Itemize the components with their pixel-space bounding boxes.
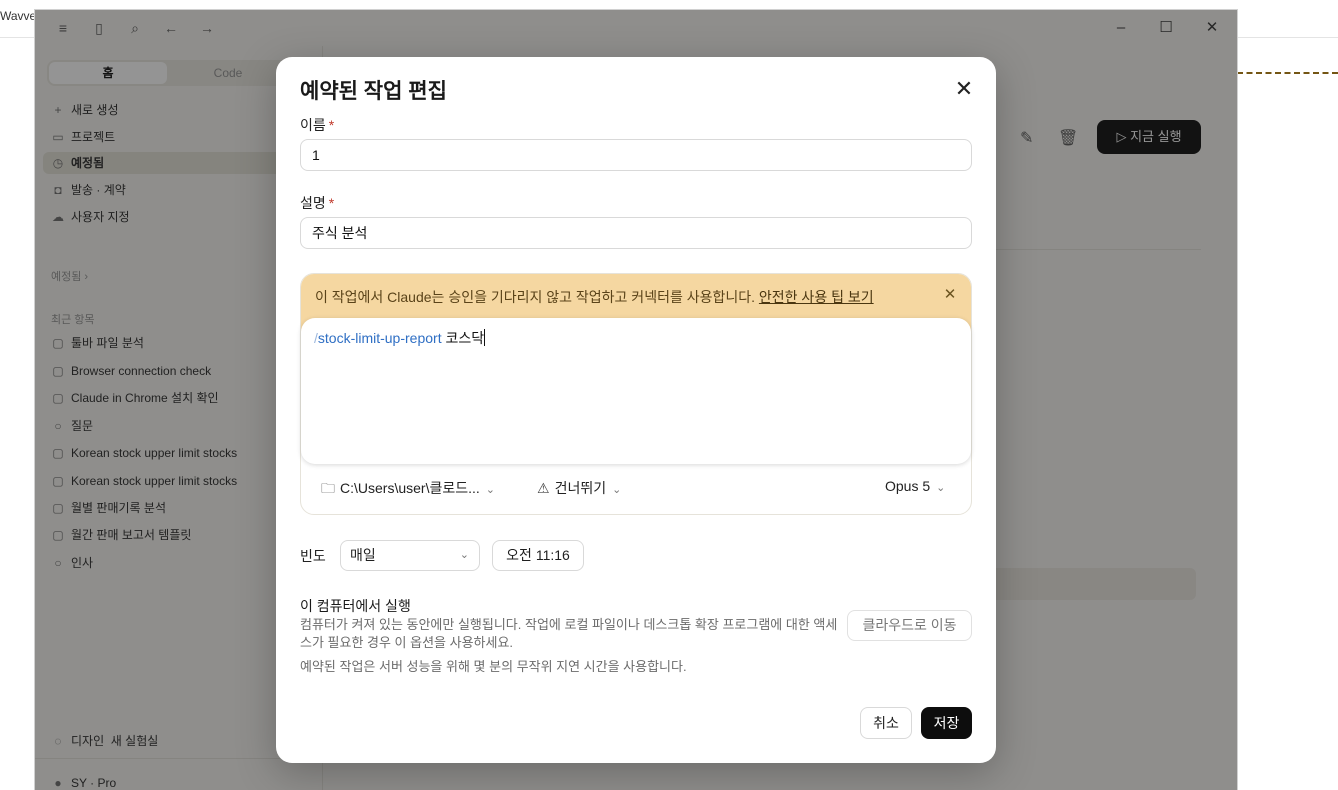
prompt-argument: 코스닥 [445,330,485,346]
prompt-text: /stock-limit-up-report 코스닥 [314,328,486,348]
prompt-input[interactable]: /stock-limit-up-report 코스닥 [301,318,971,464]
name-label-text: 이름 [300,117,326,133]
close-icon[interactable]: ✕ [952,77,976,101]
slash-command: stock-limit-up-report [317,330,442,346]
description-label-text: 설명 [300,195,326,211]
folder-selector[interactable]: 🗀 C:\Users\user\클로드... ⌄ [321,478,495,502]
safety-tips-link[interactable]: 안전한 사용 팁 보기 [759,289,874,305]
chevron-down-icon: ⌄ [459,549,469,561]
warning-message: 이 작업에서 Claude는 승인을 기다리지 않고 작업하고 커넥터를 사용합… [315,289,756,305]
prompt-panel: 이 작업에서 Claude는 승인을 기다리지 않고 작업하고 커넥터를 사용합… [300,273,972,515]
name-field[interactable] [300,139,972,171]
edit-scheduled-task-dialog: 예약된 작업 편집 ✕ 이름* 설명* 이 작업에서 Claude는 승인을 기… [276,57,996,763]
warning-icon: ⚠ [537,480,550,496]
dialog-title: 예약된 작업 편집 [300,80,447,103]
model-selector[interactable]: Opus 5 ⌄ [885,478,945,494]
chevron-down-icon: ⌄ [612,484,622,496]
frequency-select[interactable]: 매일 ⌄ [340,540,480,571]
run-local-title: 이 컴퓨터에서 실행 [300,598,411,614]
chevron-down-icon: ⌄ [936,482,946,494]
folder-icon: 🗀 [321,480,335,496]
chevron-down-icon: ⌄ [485,484,495,496]
text-caret [484,329,486,346]
permission-selector[interactable]: ⚠ 건너뛰기 ⌄ [537,478,621,498]
time-picker[interactable]: 오전 11:16 [492,540,584,571]
description-label: 설명 * [300,193,334,213]
run-local-note: 예약된 작업은 서버 성능을 위해 몇 분의 무작위 지연 시간을 사용합니다. [300,659,687,674]
save-button[interactable]: 저장 [921,707,972,739]
frequency-label: 빈도 [300,548,326,564]
required-mark: * [328,195,335,211]
close-icon[interactable]: ✕ [941,286,959,304]
model-name: Opus 5 [885,478,931,494]
prompt-toolbar: 🗀 C:\Users\user\클로드... ⌄ ⚠ 건너뛰기 ⌄ Opus 5 ⌄ [301,474,971,504]
move-to-cloud-button[interactable]: 클라우드로 이동 [847,610,972,641]
required-mark: * [328,117,335,133]
warning-text: 이 작업에서 Claude는 승인을 기다리지 않고 작업하고 커넥터를 사용합… [315,287,874,307]
permission-mode: 건너뛰기 [554,480,607,496]
name-label: 이름 * [300,115,334,135]
frequency-value: 매일 [350,547,376,563]
cancel-button[interactable]: 취소 [860,707,912,739]
page-dashed-guide [1237,72,1338,74]
run-local-description: 컴퓨터가 켜져 있는 동안에만 실행됩니다. 작업에 로컬 파일이나 데스크톱 … [300,617,838,650]
description-field[interactable] [300,217,972,249]
folder-path: C:\Users\user\클로드... [340,480,480,496]
